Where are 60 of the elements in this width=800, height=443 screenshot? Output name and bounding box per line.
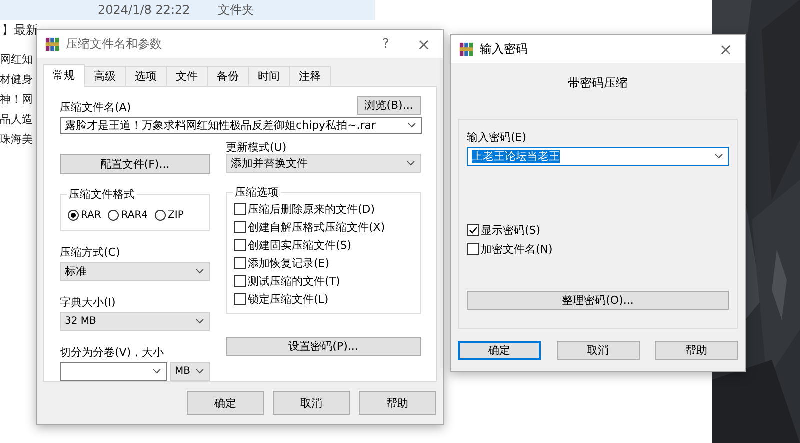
dialog-button[interactable]: 确定 [187,391,264,415]
field-label: 切分为分卷(V)，大小 [60,345,166,360]
set-password-button[interactable]: 设置密码(P)... [226,337,421,356]
dialog-button[interactable]: 帮助 [655,341,738,360]
checkbox-option[interactable]: 创建固实压缩文件(S) [234,237,420,253]
app-icon [459,42,474,56]
radio-option[interactable]: RAR4 [108,210,148,220]
chevron-down-icon [196,369,204,374]
close-button[interactable]: × [405,34,443,54]
update-mode-dropdown[interactable]: 添加并替换文件 [226,154,421,173]
checkbox-option[interactable]: 显示密码(S) [467,222,729,238]
profiles-button[interactable]: 配置文件(F)... [60,154,210,174]
close-button[interactable]: × [707,40,745,58]
chevron-down-icon [408,122,416,128]
chevron-down-icon [407,161,415,166]
radio-option[interactable]: RAR [68,210,102,220]
password-combo[interactable]: 上老王论坛当老王 [467,147,729,166]
checkbox-option[interactable]: 添加恢复记录(E) [234,255,420,271]
field-label: 压缩文件名(A) [60,100,132,115]
tab[interactable]: 常规 [43,64,85,87]
checkbox-option[interactable]: 测试压缩的文件(T) [234,273,420,289]
volume-size-combo[interactable] [60,362,167,381]
dialog-button[interactable]: 确定 [458,341,541,360]
checkbox-option[interactable]: 创建自解压格式压缩文件(X) [234,219,420,235]
checkmark-icon [468,226,478,234]
chevron-down-icon [153,369,161,374]
tab[interactable]: 注释 [289,66,331,86]
field-label: 压缩方式(C) [60,245,122,260]
dialog-button[interactable]: 帮助 [359,391,436,415]
field-label: 更新模式(U) [226,140,288,152]
file-name: 珠海美 [0,132,33,148]
dictionary-dropdown[interactable]: 32 MB [60,312,210,331]
window-title: 输入密码 [480,40,529,58]
radio-option[interactable]: ZIP [155,210,184,220]
dialog-button[interactable]: 取消 [556,341,640,360]
checkbox-option[interactable]: 锁定压缩文件(L) [234,291,420,307]
file-name: 材健身 [0,72,33,88]
browse-button[interactable]: 浏览(B)... [357,96,421,115]
group-title: 压缩文件格式 [67,187,137,202]
organize-passwords-button[interactable]: 整理密码(O)... [467,291,729,310]
field-label: 输入密码(E) [467,130,528,145]
dialog-button[interactable]: 取消 [273,391,350,415]
file-name: 品人造 [0,112,33,128]
unit-dropdown[interactable]: MB [170,362,210,381]
chevron-down-icon [196,269,204,274]
dialog-heading: 带密码压缩 [567,75,629,91]
file-name: 网红知 [0,52,33,68]
chevron-down-icon [715,154,723,159]
app-icon [45,36,60,52]
help-button[interactable]: ? [367,36,405,52]
file-name: 神！网 [0,92,33,108]
file-row[interactable]: 2024/1/8 22:22 文件夹 [0,0,375,20]
field-label: 字典大小(I) [60,295,117,310]
chevron-down-icon [196,319,204,324]
method-dropdown[interactable]: 标准 [60,262,210,281]
checkbox-option[interactable]: 压缩后删除原来的文件(D) [234,201,420,217]
filename-combo[interactable]: 露脸才是王道！万象求档网红知性极品反差御姐chipy私拍~.rar [60,116,422,134]
checkbox-option[interactable]: 加密文件名(N) [467,241,729,257]
group-title: 压缩选项 [233,185,281,200]
window-title: 压缩文件名和参数 [66,36,163,52]
